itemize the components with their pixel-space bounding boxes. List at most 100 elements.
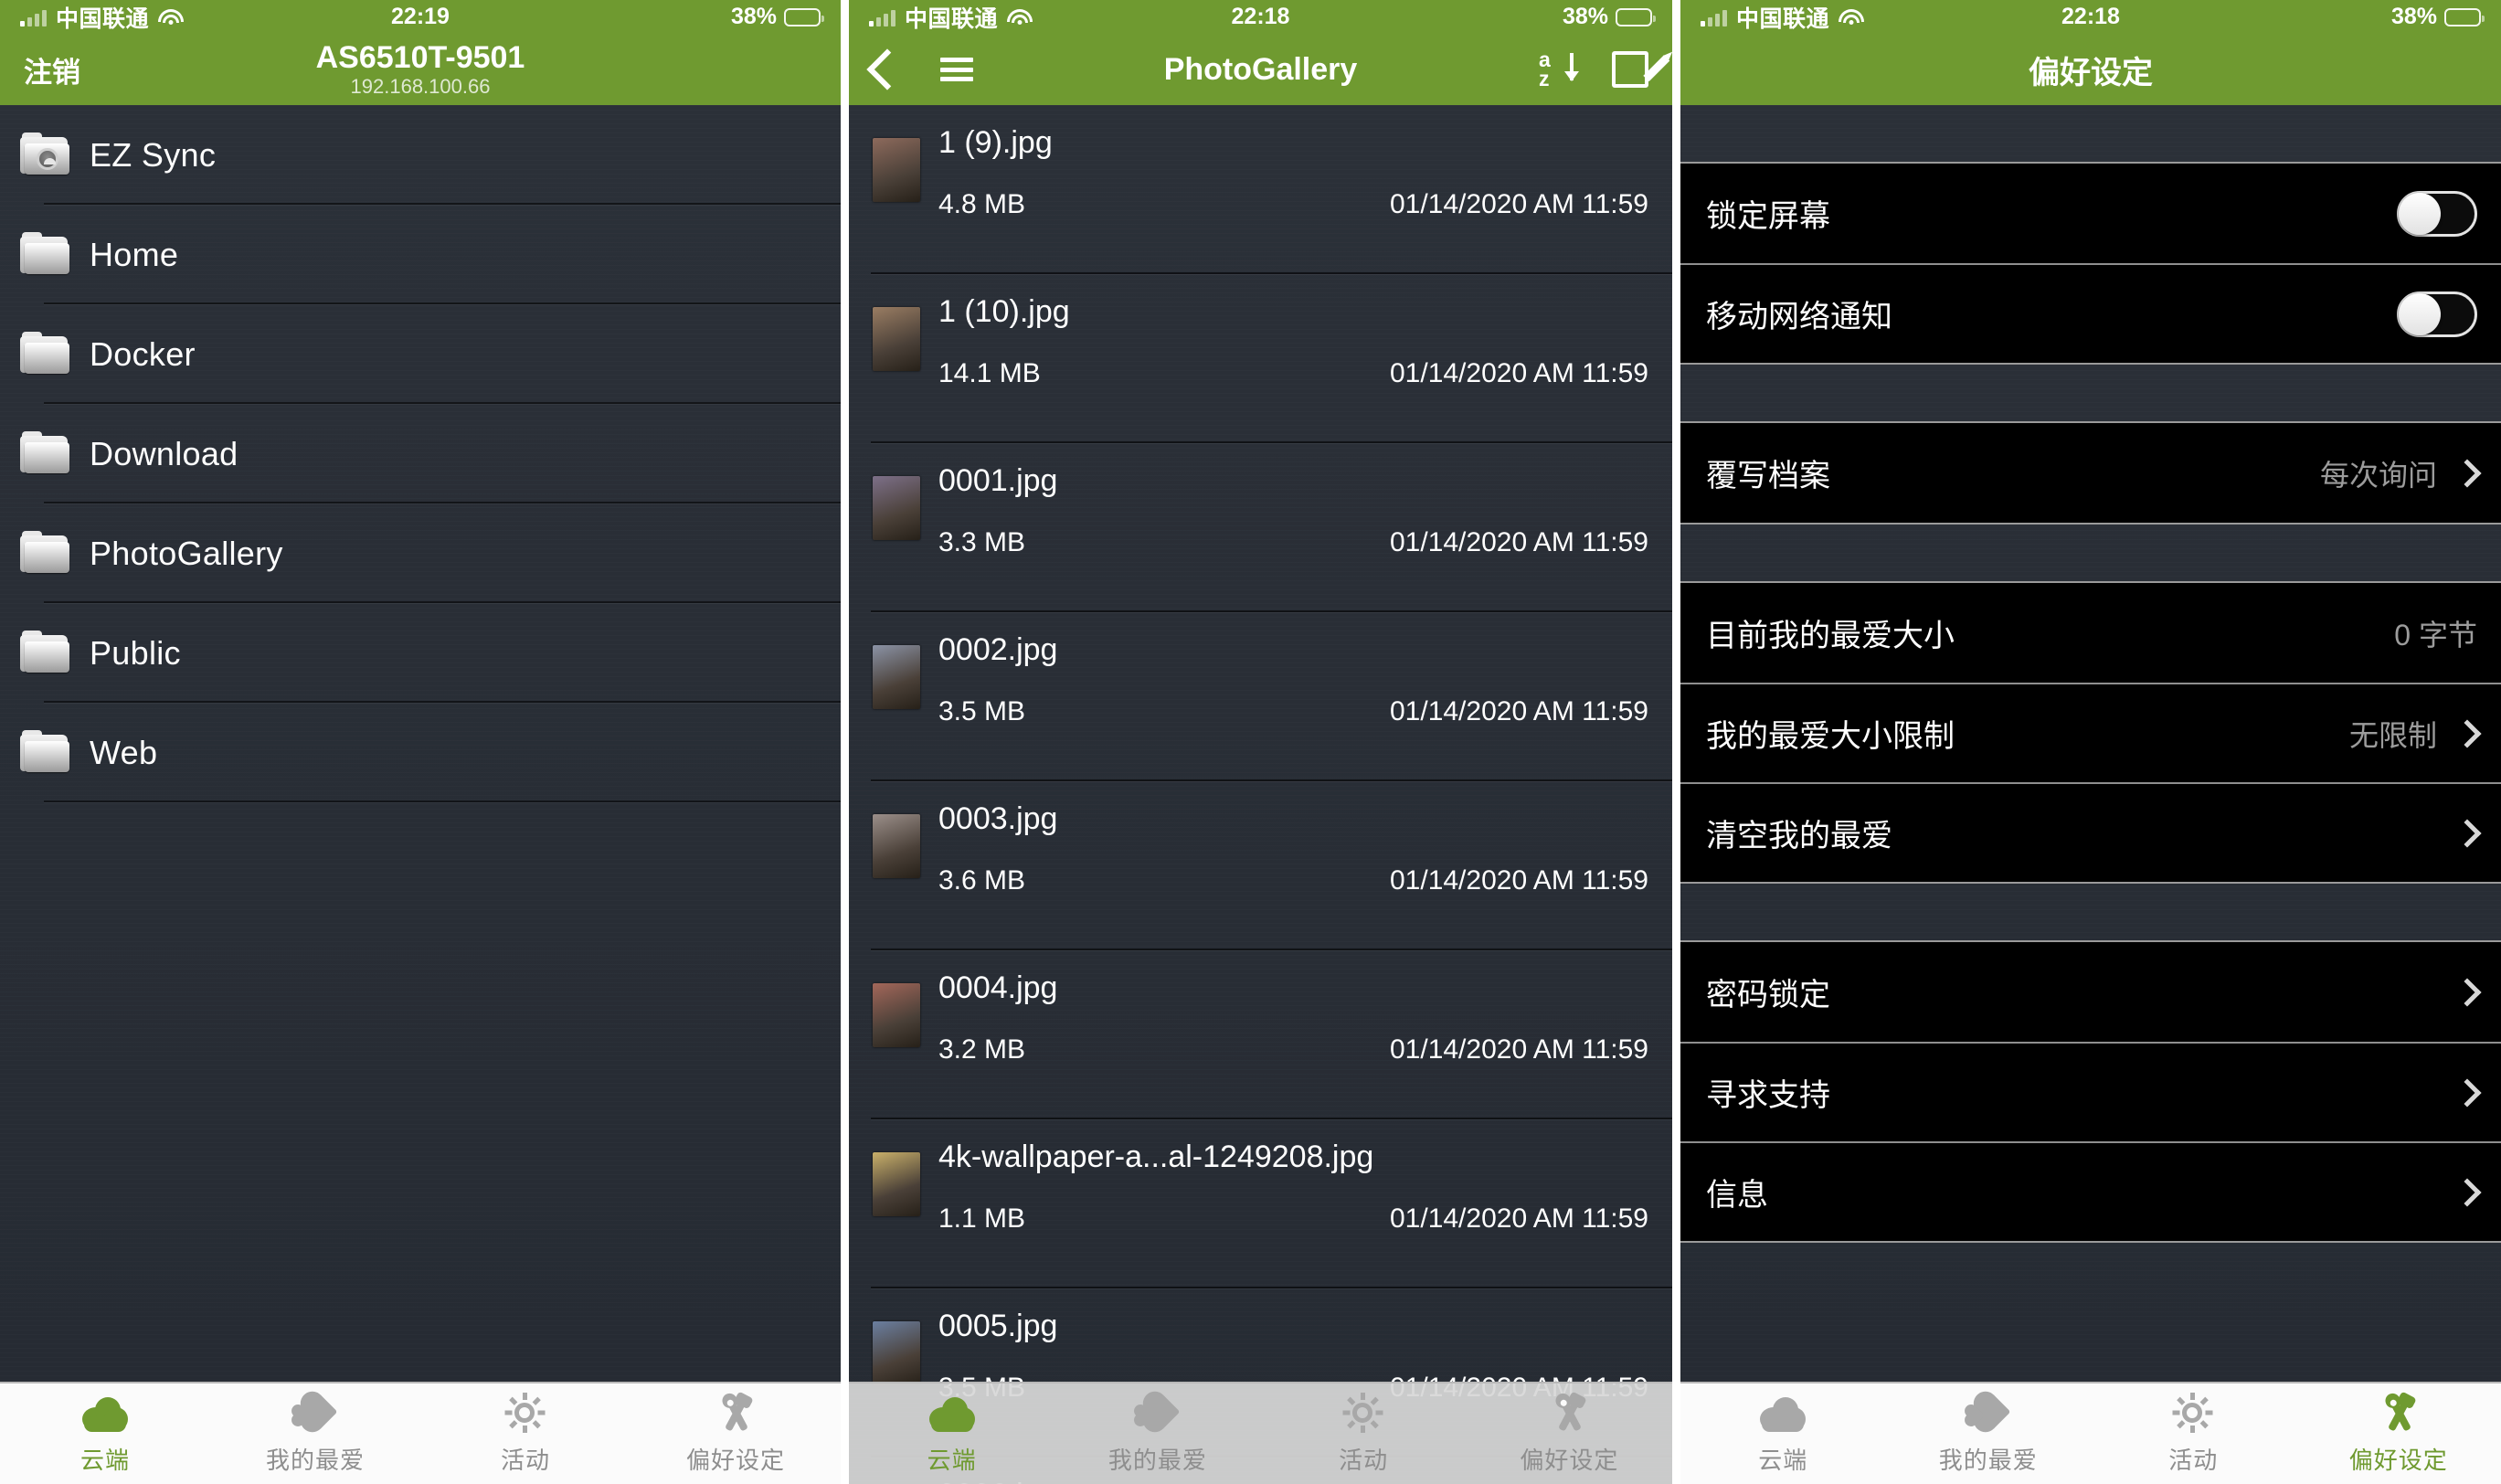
settings-row[interactable]: 移动网络通知 (1680, 263, 2501, 363)
file-size-label: 4.8 MB (938, 189, 1026, 219)
tab-label: 我的最爱 (1107, 1446, 1207, 1474)
tab-cloud[interactable]: 云端 (1680, 1383, 1886, 1484)
file-name-label: 0001.jpg (938, 463, 1058, 498)
tab-bar: 云端 我的最爱 活动 偏好设定 (849, 1382, 1672, 1484)
panel-preferences: 中国联通 22:18 38% 偏好设定 锁定屏幕 移动网络通知 覆写档案 每次询问 目前… (1672, 0, 2501, 1484)
hearts-icon (291, 1393, 340, 1435)
tab-activity[interactable]: 活动 (1261, 1383, 1467, 1484)
settings-row[interactable]: 寻求支持 (1680, 1042, 2501, 1141)
settings-control: 每次询问 (2320, 452, 2482, 494)
file-item[interactable]: 1 (10).jpg 14.1 MB 01/14/2020 AM 11:59 (849, 274, 1672, 443)
file-date-label: 01/14/2020 AM 11:59 (1389, 358, 1648, 388)
file-list[interactable]: 1 (9).jpg 4.8 MB 01/14/2020 AM 11:59 1 (10)… (849, 105, 1672, 1484)
settings-row[interactable]: 我的最爱大小限制 无限制 (1680, 683, 2501, 782)
tab-favorites[interactable]: 我的最爱 (210, 1383, 420, 1484)
file-name-label: 0004.jpg (938, 970, 1058, 1005)
tab-label: 活动 (500, 1446, 550, 1474)
tab-preferences[interactable]: 偏好设定 (2296, 1383, 2501, 1484)
settings-label: 信息 (1706, 1178, 1768, 1213)
chevron-right-icon (2453, 818, 2482, 848)
settings-control (2453, 1077, 2482, 1108)
folder-item[interactable]: Download (0, 404, 841, 504)
toggle-switch[interactable] (2397, 190, 2477, 237)
folder-item[interactable]: Docker (0, 304, 841, 404)
status-right: 38% (731, 4, 824, 30)
clock-label: 22:19 (391, 4, 450, 29)
folder-sync-icon (20, 132, 69, 175)
nav-right-actions: az (1539, 49, 1670, 90)
logout-button[interactable]: 注销 (24, 49, 80, 90)
file-size-label: 3.6 MB (938, 865, 1026, 896)
toggle-switch[interactable] (2397, 291, 2477, 337)
settings-control (2453, 1177, 2482, 1207)
settings-label: 清空我的最爱 (1706, 819, 1892, 853)
file-name-label: 4k-wallpaper-a...al-1249208.jpg (938, 1140, 1374, 1174)
hearts-icon (1964, 1393, 2013, 1435)
tab-preferences[interactable]: 偏好设定 (1467, 1383, 1672, 1484)
battery-percent-label: 38% (1562, 4, 1608, 29)
chevron-right-icon (2453, 1077, 2482, 1108)
device-ip-label: 192.168.100.66 (350, 75, 491, 99)
settings-spacer (1680, 1243, 2501, 1299)
folder-name-label: Home (90, 235, 179, 273)
settings-spacer (1680, 884, 2501, 940)
settings-row[interactable]: 清空我的最爱 (1680, 782, 2501, 882)
settings-row[interactable]: 覆写档案 每次询问 (1680, 423, 2501, 523)
settings-row[interactable]: 锁定屏幕 (1680, 164, 2501, 263)
sort-az-icon[interactable]: az (1539, 49, 1579, 90)
hamburger-icon[interactable] (940, 58, 973, 81)
chevron-right-icon (2453, 458, 2482, 488)
settings-row[interactable]: 信息 (1680, 1141, 2501, 1241)
tab-label: 云端 (1758, 1446, 1808, 1474)
file-size-label: 1.1 MB (938, 1203, 1026, 1234)
folder-name-label: EZ Sync (90, 135, 217, 174)
folder-name-label: PhotoGallery (90, 534, 283, 572)
settings-row[interactable]: 目前我的最爱大小 0 字节 (1680, 583, 2501, 683)
folder-list: EZ Sync Home Docker Download PhotoGallery Pub… (0, 105, 841, 1383)
tools-icon (711, 1393, 760, 1435)
nav-title-block: AS6510T-9501 192.168.100.66 (0, 41, 841, 99)
file-item[interactable]: 0004.jpg 3.2 MB 01/14/2020 AM 11:59 (849, 950, 1672, 1119)
tab-cloud[interactable]: 云端 (849, 1383, 1054, 1484)
cloud-icon (80, 1393, 130, 1435)
tab-activity[interactable]: 活动 (420, 1383, 631, 1484)
folder-item[interactable]: Web (0, 703, 841, 802)
settings-list: 锁定屏幕移动网络通知 覆写档案 每次询问 目前我的最爱大小 0 字节 我的最爱大小限制 无限… (1680, 105, 2501, 1383)
folder-item[interactable]: Home (0, 205, 841, 304)
tab-preferences[interactable]: 偏好设定 (631, 1383, 841, 1484)
tab-activity[interactable]: 活动 (2091, 1383, 2296, 1484)
tools-icon (1544, 1393, 1594, 1435)
folder-item[interactable]: Public (0, 603, 841, 703)
status-bar: 中国联通 22:19 38% (0, 0, 841, 34)
battery-percent-label: 38% (2390, 4, 2437, 29)
file-thumbnail (873, 1152, 920, 1216)
settings-label: 密码锁定 (1706, 978, 1830, 1012)
file-item[interactable]: 1 (9).jpg 4.8 MB 01/14/2020 AM 11:59 (849, 105, 1672, 274)
tab-favorites[interactable]: 我的最爱 (1054, 1383, 1260, 1484)
chevron-right-icon (2453, 1177, 2482, 1207)
tab-label: 云端 (927, 1446, 977, 1474)
tab-cloud[interactable]: 云端 (0, 1383, 210, 1484)
settings-control (2397, 190, 2477, 237)
folder-item[interactable]: PhotoGallery (0, 504, 841, 603)
file-item[interactable]: 0003.jpg 3.6 MB 01/14/2020 AM 11:59 (849, 781, 1672, 950)
tab-label: 偏好设定 (2348, 1446, 2448, 1474)
file-item[interactable]: 0002.jpg 3.5 MB 01/14/2020 AM 11:59 (849, 612, 1672, 781)
nav-bar: 偏好设定 (1680, 34, 2501, 105)
file-date-label: 01/14/2020 AM 11:59 (1389, 1203, 1648, 1234)
settings-label: 目前我的最爱大小 (1706, 619, 1955, 653)
settings-label: 锁定屏幕 (1706, 199, 1830, 234)
file-date-label: 01/14/2020 AM 11:59 (1389, 696, 1648, 726)
tab-favorites[interactable]: 我的最爱 (1886, 1383, 2092, 1484)
settings-spacer (1680, 525, 2501, 581)
settings-row[interactable]: 密码锁定 (1680, 942, 2501, 1042)
folder-item[interactable]: EZ Sync (0, 105, 841, 205)
settings-label: 寻求支持 (1706, 1078, 1830, 1113)
edit-icon[interactable] (1612, 51, 1670, 88)
panel-file-browser: 中国联通 22:19 38% 注销 AS6510T-9501 192.168.1… (0, 0, 841, 1484)
file-item[interactable]: 4k-wallpaper-a...al-1249208.jpg 1.1 MB 01/… (849, 1119, 1672, 1288)
file-item[interactable]: 0001.jpg 3.3 MB 01/14/2020 AM 11:59 (849, 443, 1672, 612)
folder-icon (20, 231, 69, 275)
file-date-label: 01/14/2020 AM 11:59 (1389, 1034, 1648, 1065)
chevron-left-icon[interactable] (866, 48, 908, 90)
